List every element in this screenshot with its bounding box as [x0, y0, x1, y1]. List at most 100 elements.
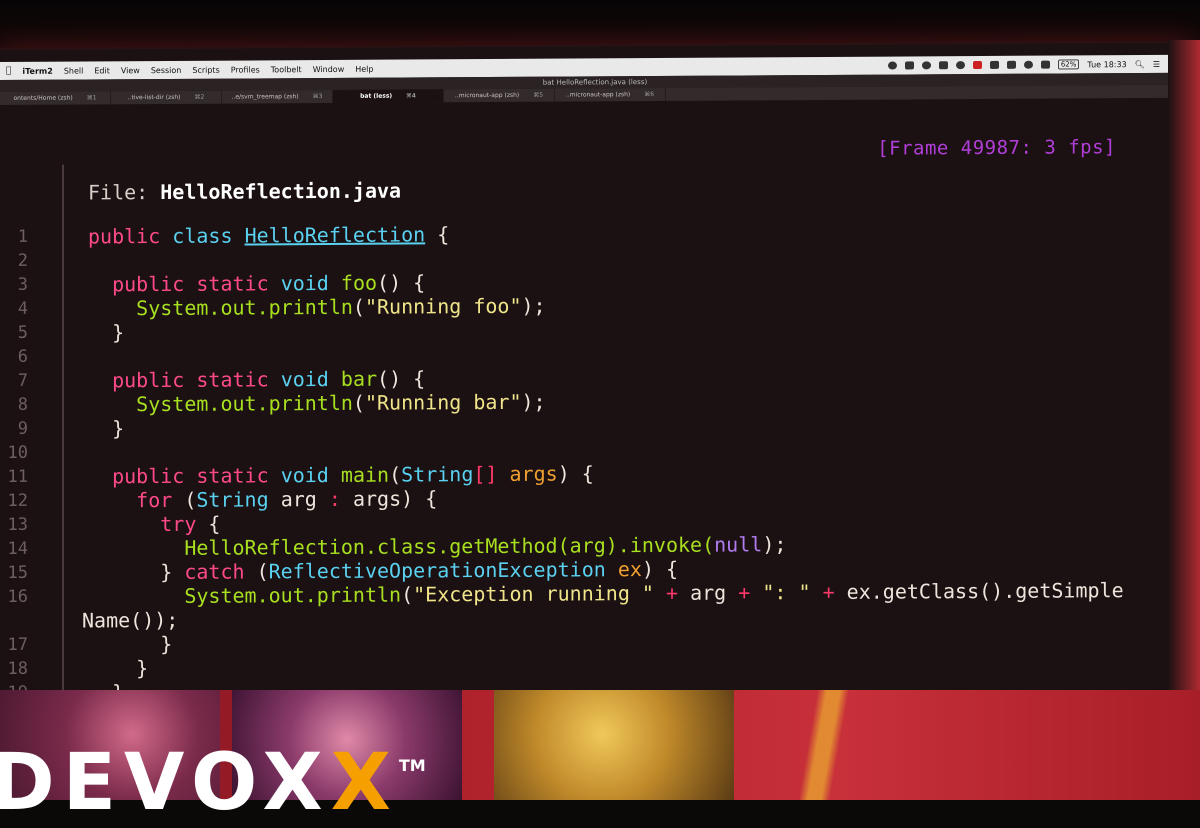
method-call: System.out.println [184, 583, 401, 608]
line-number: 17 [0, 633, 28, 657]
menu-clock[interactable]: Tue 18:33 [1087, 60, 1126, 69]
spotlight-icon[interactable]: 🔍︎ [1135, 60, 1145, 69]
keyword: public [88, 224, 160, 248]
menu-item-window[interactable]: Window [313, 64, 345, 73]
method-name: main [341, 463, 389, 487]
logo-x: X [331, 738, 399, 828]
cloud-icon[interactable] [888, 62, 897, 70]
menu-item-help[interactable]: Help [355, 64, 373, 73]
status-area: 62% Tue 18:33 🔍︎ ☰ [888, 59, 1190, 71]
line-number: 6 [0, 345, 28, 369]
keyword: try [160, 512, 196, 536]
line-number: 3 [0, 273, 28, 297]
method-call: HelloReflection.class.getMethod(arg).inv… [184, 533, 714, 560]
type: void [281, 367, 329, 391]
tab-4-active[interactable]: bat (less)⌘4 [333, 89, 444, 103]
method-call: ex.getClass().getSimple [847, 578, 1124, 604]
variable: arg [281, 487, 317, 511]
line-number: 2 [0, 249, 28, 273]
line-number: 16 [0, 585, 28, 609]
null-literal: null [714, 532, 762, 556]
backdrop-illustration [494, 690, 734, 800]
devoxx-logo: DEVOXXTM [0, 738, 426, 828]
menu-item-session[interactable]: Session [151, 65, 182, 74]
tab-label: ..tive-list-dir (zsh) [128, 94, 181, 101]
tab-shortcut: ⌘1 [87, 94, 97, 101]
tab-3[interactable]: ..e/svm_treemap (zsh)⌘3 [222, 90, 333, 104]
frame-counter: [Frame 49987: 3 fps] [877, 136, 1116, 159]
tab-label: bat (less) [360, 93, 392, 100]
terminal-pane[interactable]: [Frame 49987: 3 fps] File: HelloReflecti… [0, 98, 1168, 705]
menu-item-view[interactable]: View [121, 66, 140, 75]
file-label: File: [88, 180, 148, 204]
wrapped-text: Name()); [82, 608, 178, 633]
tab-1[interactable]: ontents/Home (zsh) ⌘1 [0, 91, 111, 105]
tab-5[interactable]: ..micronaut-app (zsh)⌘5 [444, 89, 555, 103]
keyword: static [196, 463, 268, 487]
file-name: HelloReflection.java [160, 179, 401, 204]
apple-menu-icon[interactable]:  [6, 66, 11, 76]
airplay-icon[interactable] [990, 61, 999, 69]
line-number: 7 [0, 369, 28, 393]
menu-item-edit[interactable]: Edit [94, 66, 110, 75]
red-app-icon[interactable] [973, 61, 982, 69]
tab-shortcut: ⌘6 [644, 91, 654, 98]
tab-shortcut: ⌘3 [313, 93, 323, 100]
line-number: 1 [0, 225, 28, 249]
volume-icon[interactable] [1041, 61, 1050, 69]
line-number: 12 [0, 489, 28, 513]
menu-item-scripts[interactable]: Scripts [192, 65, 219, 74]
line-number: 9 [0, 417, 28, 441]
string-literal: "Running bar" [365, 390, 522, 415]
tab-label: ..micronaut-app (zsh) [566, 91, 630, 98]
keyword: public [112, 464, 184, 488]
battery-indicator[interactable]: 62% [1058, 59, 1080, 69]
string-literal: "Running foo" [365, 294, 522, 319]
tab-shortcut: ⌘5 [533, 92, 543, 99]
keyword: class [172, 224, 232, 248]
backdrop-illustration [800, 690, 870, 800]
line-number: 11 [0, 465, 28, 489]
wifi-icon[interactable] [1024, 61, 1033, 69]
line-number: 8 [0, 393, 28, 417]
bluetooth-icon[interactable] [1007, 61, 1016, 69]
method-name: foo [341, 271, 377, 295]
class-name: HelloReflection [245, 222, 426, 247]
line-number: 4 [0, 297, 28, 321]
type: String [401, 462, 473, 486]
dropbox-icon[interactable] [922, 61, 931, 69]
menu-item-profiles[interactable]: Profiles [231, 65, 260, 74]
app-status-icon[interactable] [905, 61, 914, 69]
keyword: public [112, 368, 184, 392]
type: void [281, 271, 329, 295]
notification-center-icon[interactable]: ☰ [1153, 59, 1160, 68]
type: String [196, 487, 268, 511]
line-number: 18 [0, 657, 28, 681]
parameter: args [510, 462, 558, 486]
tab-label: ontents/Home (zsh) [13, 95, 72, 102]
logo-trademark: TM [399, 756, 426, 775]
method-call: System.out.println [136, 295, 353, 320]
method-name: bar [341, 367, 377, 391]
string-literal: "Exception running " [413, 581, 654, 606]
screen-edge-glow [1168, 40, 1200, 720]
record-icon[interactable] [956, 61, 965, 69]
line-number-gutter-divider [62, 165, 64, 740]
variable: arg [690, 581, 726, 605]
parameter: ex [618, 557, 642, 581]
tab-2[interactable]: ..tive-list-dir (zsh)⌘2 [111, 91, 222, 105]
type: ReflectiveOperationException [269, 557, 606, 583]
line-number: 5 [0, 321, 28, 345]
menu-item-toolbelt[interactable]: Toolbelt [271, 65, 302, 74]
method-call: System.out.println [136, 391, 353, 416]
evernote-icon[interactable] [939, 61, 948, 69]
menu-item-iterm2[interactable]: iTerm2 [22, 66, 52, 75]
logo-text: DEVOX [0, 738, 331, 828]
file-header: File: HelloReflection.java [88, 179, 401, 205]
line-number: 13 [0, 513, 28, 537]
string-literal: ": " [762, 580, 810, 604]
variable: args [353, 487, 401, 511]
tab-6[interactable]: ..micronaut-app (zsh) ⌘6 [555, 88, 666, 102]
menu-item-shell[interactable]: Shell [64, 66, 84, 75]
line-number: 14 [0, 537, 28, 561]
